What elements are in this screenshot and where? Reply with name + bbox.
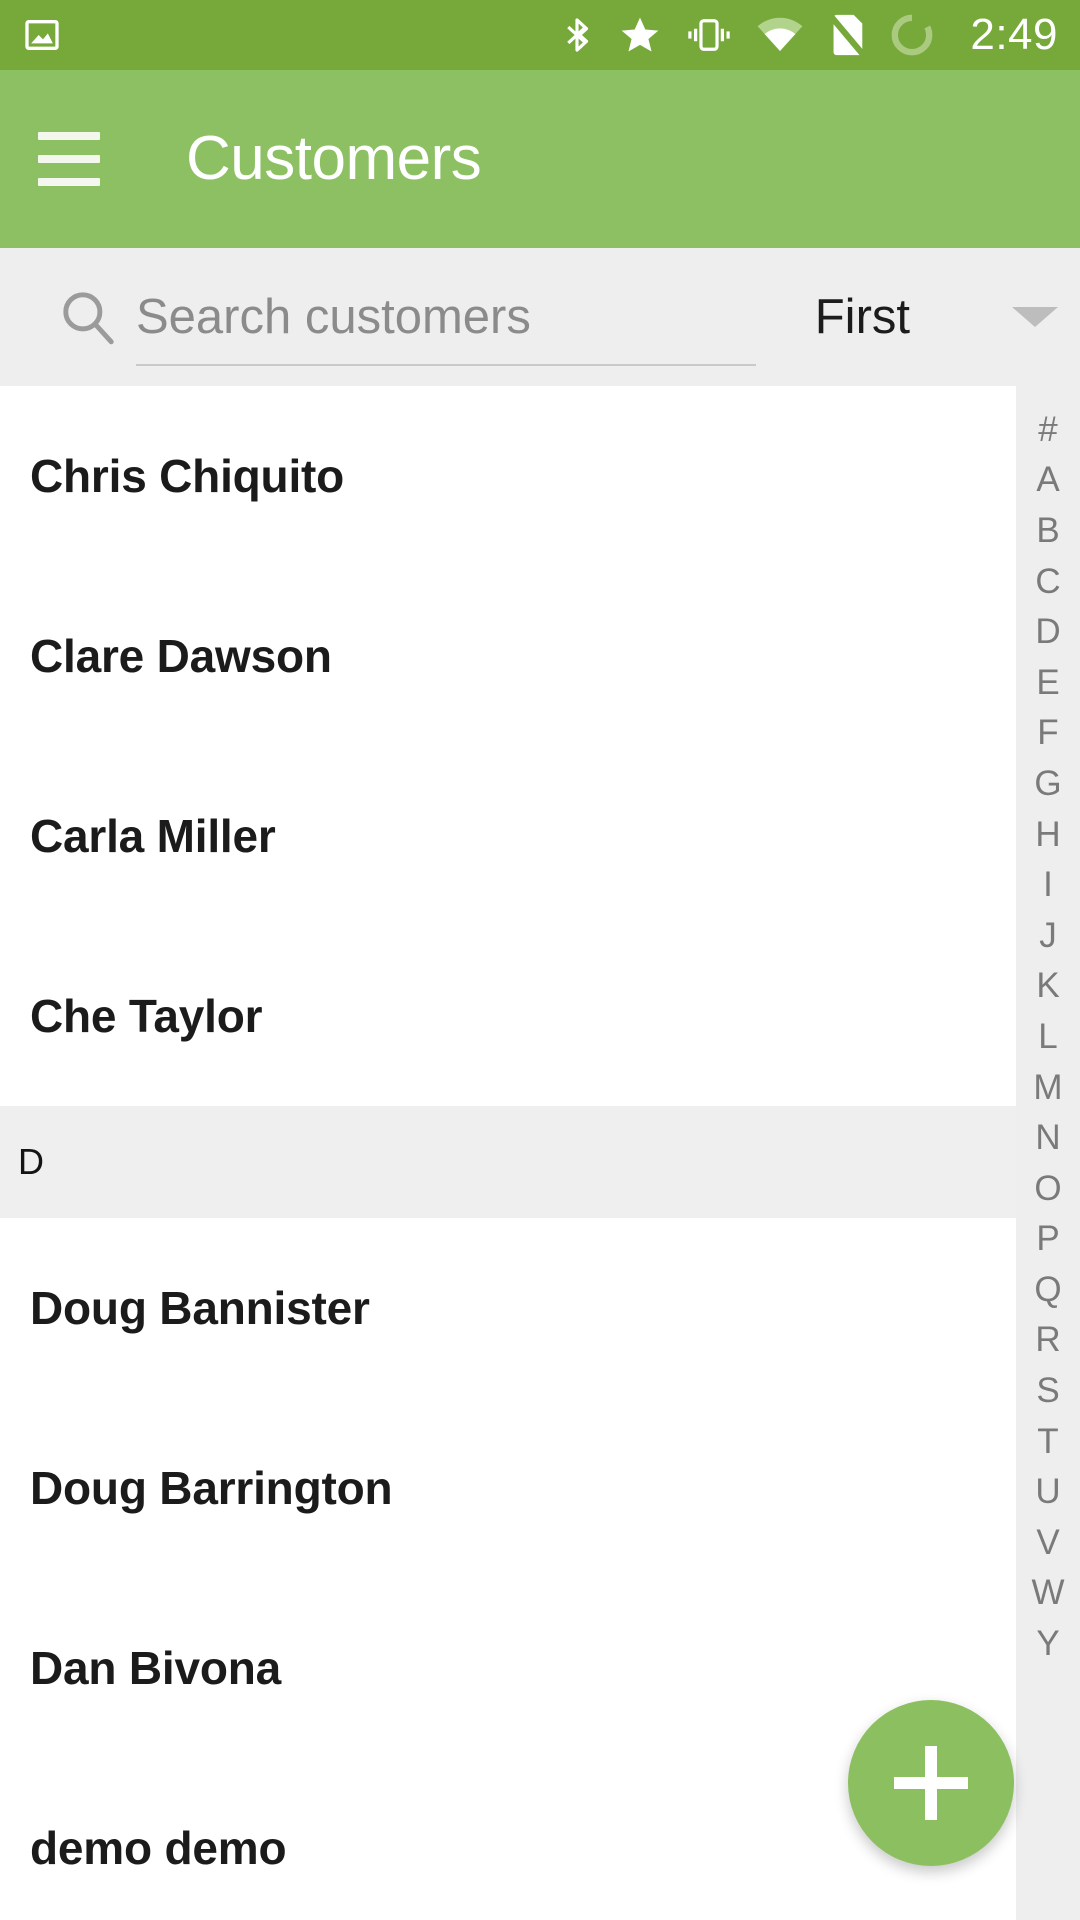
index-letter-hash[interactable]: # [1016, 404, 1080, 455]
status-bar-clock: 2:49 [970, 10, 1058, 59]
index-letter-a[interactable]: A [1016, 455, 1080, 506]
photo-icon [22, 15, 62, 55]
index-letter-h[interactable]: H [1016, 809, 1080, 860]
chevron-down-icon [1012, 307, 1058, 327]
index-letter-v[interactable]: V [1016, 1517, 1080, 1568]
section-header-label: D [18, 1141, 44, 1182]
list-item[interactable]: Dan Bivona [0, 1578, 1016, 1758]
star-icon [618, 13, 662, 57]
index-letter-k[interactable]: K [1016, 961, 1080, 1012]
list-item[interactable]: Chris Chiquito [0, 386, 1016, 566]
list-item[interactable]: Doug Barrington [0, 1398, 1016, 1578]
no-sim-icon [826, 12, 867, 58]
hamburger-menu-icon[interactable] [38, 109, 158, 209]
hamburger-bar-2 [38, 155, 100, 163]
customer-name: demo demo [30, 1822, 287, 1874]
customer-name: Doug Barrington [30, 1462, 393, 1514]
index-letter-y[interactable]: Y [1016, 1618, 1080, 1669]
customer-name: Clare Dawson [30, 630, 332, 682]
section-header: D [0, 1106, 1016, 1218]
index-letter-e[interactable]: E [1016, 657, 1080, 708]
hamburger-bar-1 [38, 132, 100, 140]
hamburger-bar-3 [38, 178, 100, 186]
index-letter-c[interactable]: C [1016, 556, 1080, 607]
add-customer-fab[interactable] [848, 1700, 1014, 1866]
customer-name: Chris Chiquito [30, 450, 345, 502]
index-letter-r[interactable]: R [1016, 1315, 1080, 1366]
index-letter-t[interactable]: T [1016, 1416, 1080, 1467]
index-letter-n[interactable]: N [1016, 1112, 1080, 1163]
list-item[interactable]: Clare Dawson [0, 566, 1016, 746]
index-letter-m[interactable]: M [1016, 1062, 1080, 1113]
customer-name: Carla Miller [30, 810, 276, 862]
status-bar: 2:49 [0, 0, 1080, 70]
wifi-icon [756, 16, 804, 54]
index-letter-j[interactable]: J [1016, 910, 1080, 961]
plus-icon-vertical [925, 1746, 937, 1820]
list-item[interactable]: Carla Miller [0, 746, 1016, 926]
status-bar-left-icons [22, 15, 62, 55]
alphabet-index-rail[interactable]: # A B C D E F G H I J K L M N O P Q R S T U V W Y [1016, 386, 1080, 1920]
list-item[interactable]: Che Taylor [0, 926, 1016, 1106]
battery-circle-icon [888, 11, 936, 59]
customer-name: Doug Bannister [30, 1282, 370, 1334]
list-item[interactable]: Doug Bannister [0, 1218, 1016, 1398]
index-letter-b[interactable]: B [1016, 505, 1080, 556]
index-letter-l[interactable]: L [1016, 1011, 1080, 1062]
search-bar: First [0, 248, 1080, 386]
index-letter-i[interactable]: I [1016, 859, 1080, 910]
index-letter-g[interactable]: G [1016, 758, 1080, 809]
index-letter-f[interactable]: F [1016, 708, 1080, 759]
customer-name: Dan Bivona [30, 1642, 282, 1694]
search-input[interactable] [136, 289, 756, 345]
page-title: Customers [186, 124, 482, 193]
search-field-wrapper [136, 248, 756, 386]
index-letter-w[interactable]: W [1016, 1568, 1080, 1619]
app-bar: Customers [0, 70, 1080, 248]
status-bar-right-icons: 2:49 [558, 11, 1058, 59]
search-icon[interactable] [40, 286, 136, 348]
customer-list[interactable]: Chris Chiquito Clare Dawson Carla Miller… [0, 386, 1016, 1920]
sort-dropdown-label: First [814, 289, 910, 344]
index-letter-p[interactable]: P [1016, 1214, 1080, 1265]
index-letter-q[interactable]: Q [1016, 1264, 1080, 1315]
index-letter-o[interactable]: O [1016, 1163, 1080, 1214]
vibrate-icon [684, 15, 734, 55]
index-letter-d[interactable]: D [1016, 606, 1080, 657]
index-letter-s[interactable]: S [1016, 1365, 1080, 1416]
sort-dropdown[interactable]: First [814, 289, 1058, 344]
index-letter-u[interactable]: U [1016, 1466, 1080, 1517]
bluetooth-icon [558, 13, 596, 57]
customer-name: Che Taylor [30, 990, 263, 1042]
customers-screen: 2:49 Customers First Chris Ch [0, 0, 1080, 1920]
search-underline [136, 364, 756, 366]
